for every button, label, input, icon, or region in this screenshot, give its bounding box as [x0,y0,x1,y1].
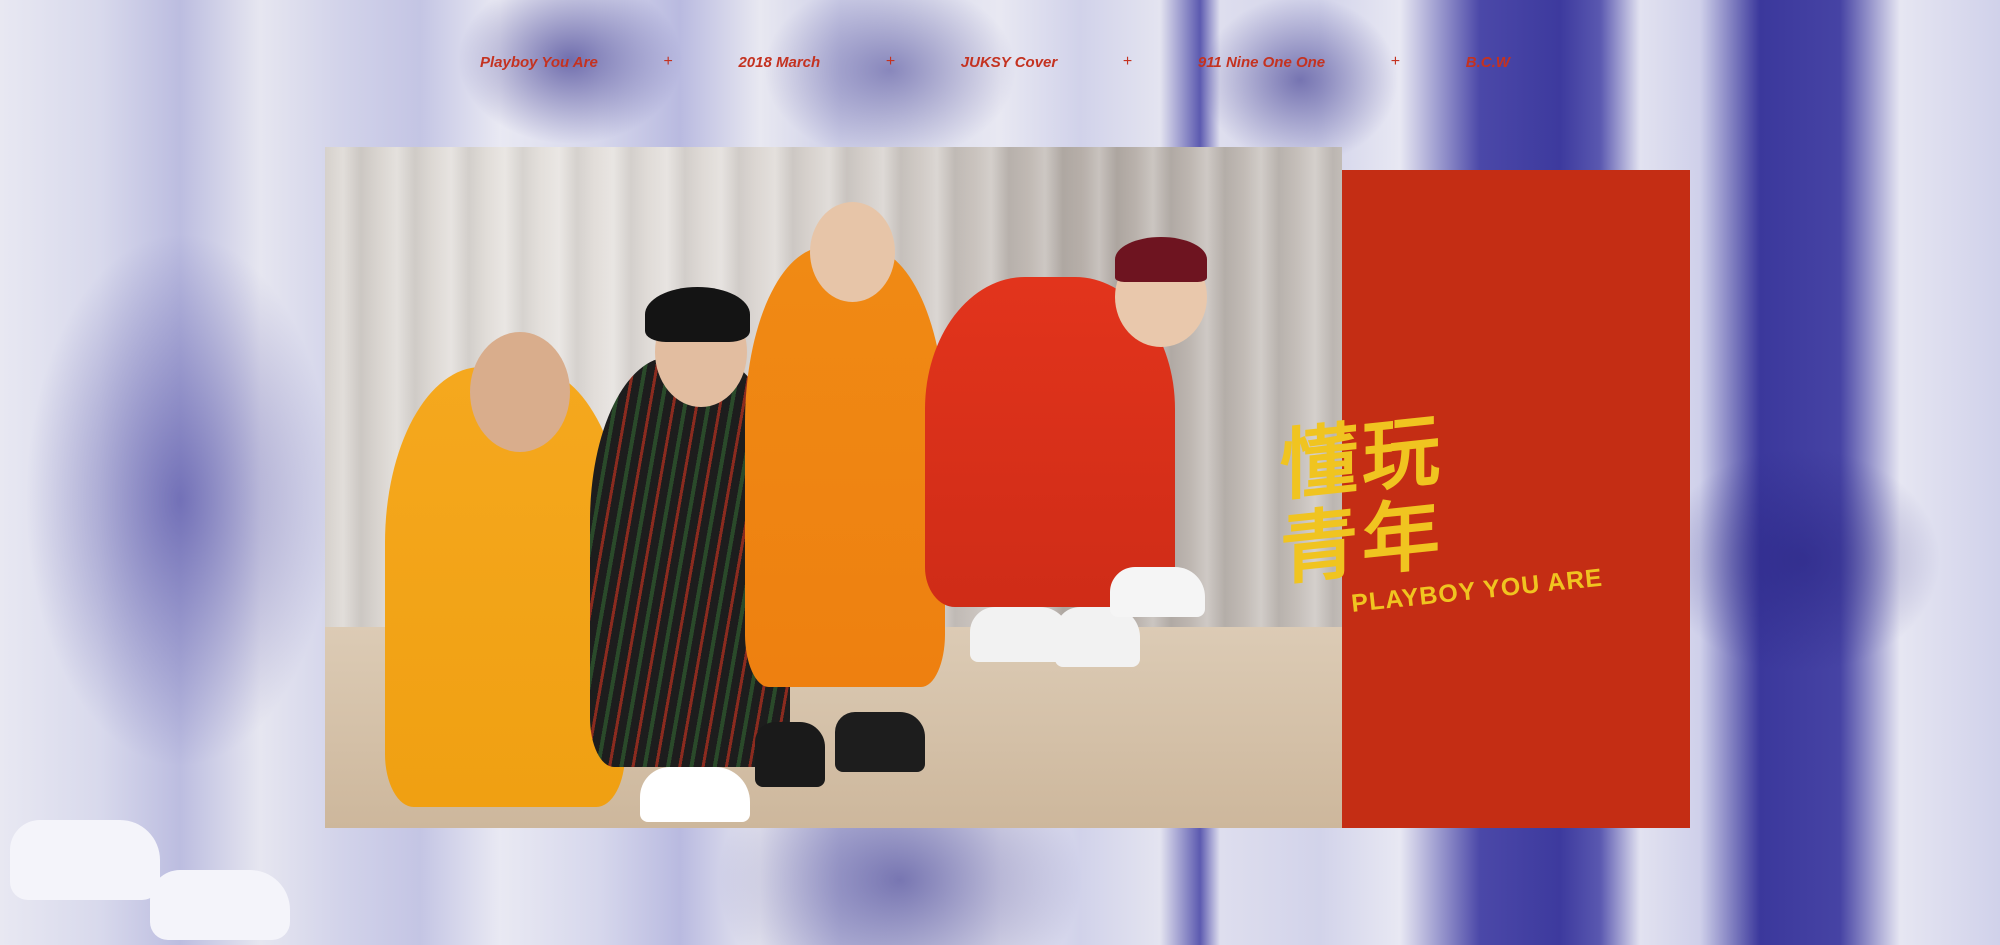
sneaker [755,722,825,787]
sneaker [1110,567,1205,617]
leather-cap [645,287,750,342]
nav-link-playboy-you-are[interactable]: Playboy You Are [480,54,598,71]
person-orange-tracksuit [745,247,945,687]
person-yellow-head [470,332,570,452]
nav-separator: + [1390,53,1401,70]
background-sneaker-right [150,870,290,940]
nav-link-2018-march[interactable]: 2018 March [738,54,820,71]
top-navigation: Playboy You Are + 2018 March + JUKSY Cov… [480,50,1510,74]
nav-link-911-nine-one-one[interactable]: 911 Nine One One [1198,54,1325,71]
nav-separator: + [1122,53,1133,70]
person-orange-head [810,202,895,302]
nav-separator: + [885,53,896,70]
nav-link-bcw[interactable]: B.C.W [1466,54,1510,71]
group-photo [325,147,1342,828]
sneaker [640,767,750,822]
background-sneaker-left [10,820,160,900]
beanie [1115,237,1207,282]
sneaker [835,712,925,772]
page: Playboy You Are + 2018 March + JUKSY Cov… [0,0,2000,945]
nav-link-juksy-cover[interactable]: JUKSY Cover [961,54,1057,71]
hero-title-chinese: 懂玩 青年 [1280,404,1480,596]
nav-separator: + [663,53,673,70]
